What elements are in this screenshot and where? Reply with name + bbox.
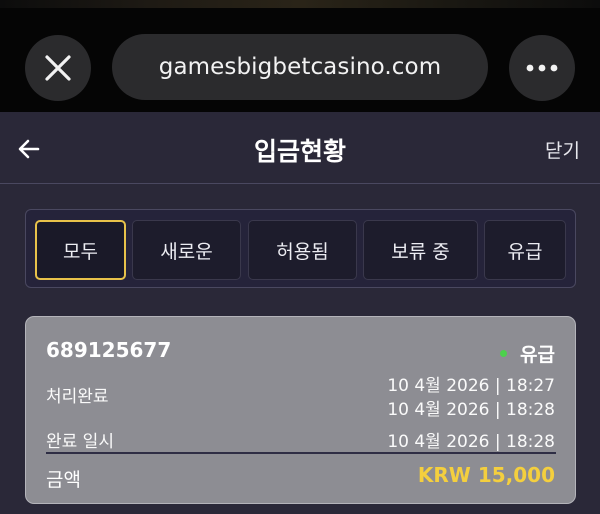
url-bar[interactable]: gamesbigbetcasino.com xyxy=(112,34,488,100)
tab-all[interactable]: 모두 xyxy=(35,220,126,280)
status-text: 유급 xyxy=(520,344,555,366)
card-divider xyxy=(46,452,556,454)
processed-label: 처리완료 xyxy=(46,387,109,407)
status-dot-icon xyxy=(500,350,508,357)
tab-new[interactable]: 새로운 xyxy=(132,220,241,280)
page-title: 입금현황 xyxy=(253,137,346,166)
browser-toolbar: gamesbigbetcasino.com xyxy=(0,0,600,112)
url-text: gamesbigbetcasino.com xyxy=(158,54,442,80)
browser-close-button[interactable] xyxy=(25,35,91,101)
tab-approved[interactable]: 허용됨 xyxy=(248,220,357,280)
transaction-card[interactable]: 689125677 유급 처리완료 10 4월 2026 | 18:27 10 … xyxy=(25,316,576,504)
completed-label: 완료 일시 xyxy=(46,432,114,452)
status-filter-tabs: 모두 새로운 허용됨 보류 중 유급 xyxy=(25,209,576,288)
processed-time-2: 10 4월 2026 | 18:28 xyxy=(387,400,555,420)
tab-paid[interactable]: 유급 xyxy=(484,220,566,280)
page-header: 입금현황 닫기 xyxy=(0,112,600,184)
processed-time-1: 10 4월 2026 | 18:27 xyxy=(387,376,555,396)
close-link[interactable]: 닫기 xyxy=(545,136,580,163)
amount-label: 금액 xyxy=(46,469,81,491)
close-icon xyxy=(45,55,71,81)
completed-time: 10 4월 2026 | 18:28 xyxy=(387,432,555,452)
page-content-peek xyxy=(0,0,600,8)
tab-pending[interactable]: 보류 중 xyxy=(363,220,478,280)
amount-value: KRW 15,000 xyxy=(417,463,555,487)
browser-more-button[interactable] xyxy=(509,35,575,101)
transaction-id: 689125677 xyxy=(46,338,172,362)
more-horizontal-icon xyxy=(526,64,558,72)
status-badge: 유급 xyxy=(500,340,555,367)
